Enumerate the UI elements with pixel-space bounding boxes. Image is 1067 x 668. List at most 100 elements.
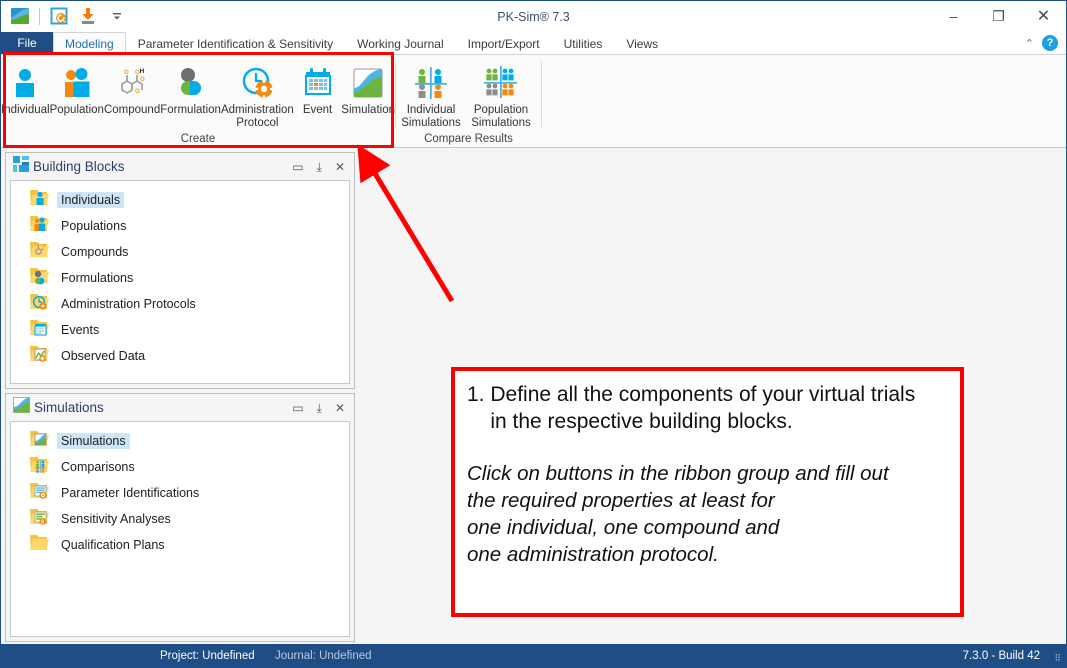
restore-icon[interactable]: ▭ [292, 161, 303, 173]
tree-item-populations[interactable]: Populations [11, 213, 349, 239]
tab-parameter-identification-sensitivity[interactable]: Parameter Identification & Sensitivity [126, 32, 345, 54]
tree-item-comparisons-label: Comparisons [61, 460, 135, 474]
folder-parameter-identifications-icon [29, 482, 49, 505]
qat-separator [39, 7, 40, 25]
status-version: 7.3.0 - Build 42 [962, 649, 1040, 662]
ribbon-button-compound[interactable]: O O O O H Compound [104, 60, 160, 117]
folder-sensitivity-analyses-icon: S [29, 508, 49, 531]
ribbon: Individual Population O O O O H Compound… [1, 55, 1066, 148]
tree-item-events-label: Events [61, 323, 100, 337]
simulations-tree: Simulations Comparisons Parameter Identi… [10, 421, 350, 637]
ribbon-button-event[interactable]: Event [294, 60, 341, 117]
folder-comparisons-icon [29, 456, 49, 479]
tab-import-export[interactable]: Import/Export [456, 32, 552, 54]
svg-text:O: O [135, 89, 140, 95]
tree-item-qualification-plans[interactable]: Qualification Plans [11, 532, 349, 558]
restore-icon[interactable]: ▭ [292, 402, 303, 414]
building-blocks-tree: Individuals Populations O O Compounds Fo… [10, 180, 350, 384]
svg-text:O: O [140, 77, 145, 83]
tree-item-individuals-label: Individuals [57, 192, 125, 208]
minimize-button[interactable]: – [931, 1, 976, 32]
svg-text:H: H [140, 68, 145, 75]
tree-item-individuals[interactable]: Individuals [11, 187, 349, 213]
ribbon-button-individual-label: Individual [1, 104, 50, 116]
ribbon-button-individual-simulations-label: Individual Simulations [401, 104, 461, 129]
window-title: PK-Sim® 7.3 [497, 9, 570, 24]
open-recent-icon[interactable] [46, 4, 72, 28]
annotation-paragraph-2: Click on buttons in the ribbon group and… [467, 462, 889, 566]
event-icon [301, 64, 335, 100]
building-blocks-panel-title: Building Blocks [33, 159, 125, 174]
ribbon-button-population[interactable]: Population [50, 60, 104, 117]
ribbon-tab-strip: File Modeling Parameter Identification &… [1, 32, 1066, 55]
tree-item-sensitivity-analyses[interactable]: S Sensitivity Analyses [11, 506, 349, 532]
tree-item-events[interactable]: Events [11, 317, 349, 343]
ribbon-button-formulation[interactable]: Formulation [160, 60, 221, 117]
ribbon-button-individual[interactable]: Individual [1, 60, 50, 117]
svg-text:O: O [124, 70, 129, 76]
building-blocks-panel-header: Building Blocks ▭ ⤓ ✕ [6, 153, 354, 180]
individual-simulations-icon [414, 64, 448, 100]
collapse-ribbon-chevron-icon[interactable]: ⌃ [1025, 37, 1034, 50]
population-simulations-icon [484, 64, 518, 100]
tree-item-compounds-label: Compounds [61, 245, 129, 259]
tab-file[interactable]: File [1, 32, 53, 54]
save-icon[interactable] [75, 4, 101, 28]
status-project: Project: Undefined [160, 649, 255, 662]
close-icon[interactable]: ✕ [335, 402, 345, 414]
folder-compounds-icon: OO [29, 241, 49, 264]
tree-item-administration-protocols[interactable]: Administration Protocols [11, 291, 349, 317]
pin-icon[interactable]: ⤓ [317, 402, 322, 414]
tree-item-observed-data[interactable]: Observed Data [11, 343, 349, 369]
folder-formulations-icon [29, 267, 49, 290]
ribbon-button-population-simulations[interactable]: Population Simulations [466, 60, 536, 130]
tab-utilities[interactable]: Utilities [552, 32, 615, 54]
tree-item-comparisons[interactable]: Comparisons [11, 454, 349, 480]
simulation-icon [351, 64, 385, 100]
work-area: Building Blocks ▭ ⤓ ✕ Individuals Popula… [1, 148, 1066, 644]
simulations-panel: Simulations ▭ ⤓ ✕ Simulations Comparison… [5, 393, 355, 642]
resize-grip-icon[interactable]: ⠿ [1054, 653, 1061, 664]
ribbon-group-create-title: Create [180, 133, 216, 145]
tab-working-journal[interactable]: Working Journal [345, 32, 455, 54]
population-icon [60, 64, 94, 100]
ribbon-tab-strip-actions: ⌃ ? [1025, 32, 1066, 54]
ribbon-button-formulation-label: Formulation [160, 104, 221, 116]
status-bar: Project: Undefined Journal: Undefined 7.… [1, 644, 1066, 667]
ribbon-button-individual-simulations[interactable]: Individual Simulations [396, 60, 466, 130]
close-button[interactable]: ✕ [1021, 1, 1066, 32]
quick-access-toolbar [1, 4, 130, 28]
pksim-main-window: PK-Sim® 7.3 – ❐ ✕ File Modeling Paramete… [0, 0, 1067, 668]
close-icon[interactable]: ✕ [335, 161, 345, 173]
tree-item-administration-protocols-label: Administration Protocols [61, 297, 196, 311]
help-icon[interactable]: ? [1042, 35, 1058, 51]
administration-protocol-icon [240, 64, 274, 100]
folder-events-icon [29, 319, 49, 342]
customize-qat-chevron-icon[interactable] [104, 4, 130, 28]
tab-modeling[interactable]: Modeling [53, 32, 126, 55]
folder-qualification-plans-icon [29, 534, 49, 557]
simulations-panel-header: Simulations ▭ ⤓ ✕ [6, 394, 354, 421]
ribbon-group-compare-results: Individual Simulations Population Simula… [396, 55, 541, 147]
tree-item-simulations[interactable]: Simulations [11, 428, 349, 454]
ribbon-button-population-simulations-label: Population Simulations [471, 104, 531, 129]
svg-text:O: O [42, 243, 46, 248]
ribbon-group-create: Individual Population O O O O H Compound… [1, 55, 395, 147]
pin-icon[interactable]: ⤓ [317, 161, 322, 173]
tree-item-simulations-label: Simulations [57, 433, 130, 449]
ribbon-button-administration-protocol[interactable]: Administration Protocol [221, 60, 294, 130]
tree-item-formulations[interactable]: Formulations [11, 265, 349, 291]
svg-text:O: O [36, 242, 40, 247]
building-blocks-icon [13, 156, 29, 177]
tab-views[interactable]: Views [614, 32, 670, 54]
compound-icon: O O O O H [114, 64, 150, 100]
folder-administration-protocols-icon [29, 293, 49, 316]
ribbon-group-separator-2 [541, 61, 542, 127]
ribbon-button-simulation[interactable]: Simulation [341, 60, 395, 117]
ribbon-button-compound-label: Compound [103, 104, 161, 116]
tree-item-compounds[interactable]: OO Compounds [11, 239, 349, 265]
ribbon-button-event-label: Event [302, 104, 333, 116]
maximize-button[interactable]: ❐ [976, 1, 1021, 32]
tree-item-parameter-identifications[interactable]: Parameter Identifications [11, 480, 349, 506]
pksim-logo-icon [7, 4, 33, 28]
